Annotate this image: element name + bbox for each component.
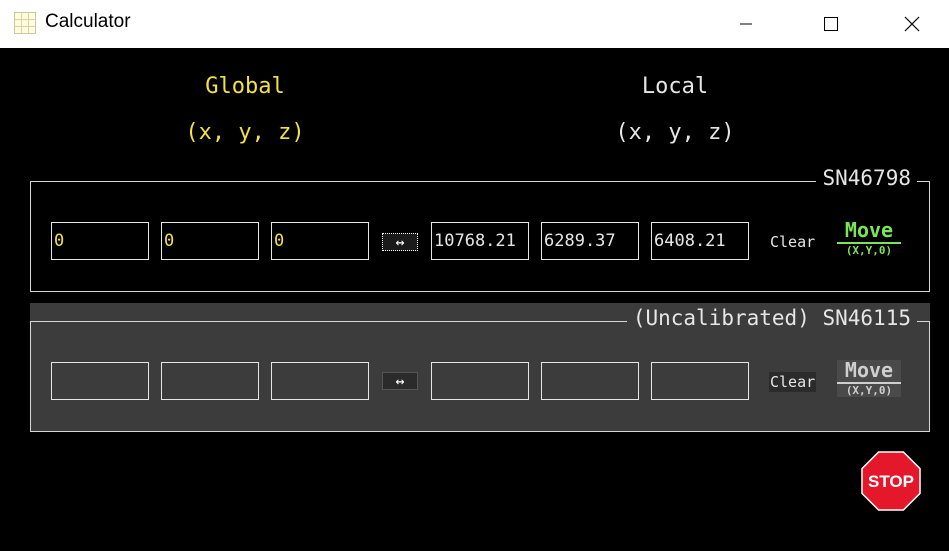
close-button[interactable] bbox=[889, 0, 935, 48]
local-z-input[interactable] bbox=[651, 222, 749, 260]
global-z-input[interactable] bbox=[271, 222, 369, 260]
move-button[interactable]: Move (X,Y,0) bbox=[837, 360, 901, 397]
global-x-input[interactable] bbox=[51, 362, 149, 400]
swap-arrows-icon: ↔ bbox=[395, 372, 405, 390]
global-z-input[interactable] bbox=[271, 362, 369, 400]
local-z-input[interactable] bbox=[651, 362, 749, 400]
move-sub-label: (X,Y,0) bbox=[845, 384, 893, 397]
device-panel-sn46798: SN46798 ↔ Clear Move (X,Y,0) bbox=[30, 166, 930, 292]
stop-label: STOP bbox=[868, 472, 914, 491]
global-y-input[interactable] bbox=[161, 222, 259, 260]
local-label: Local bbox=[641, 74, 709, 99]
window-title: Calculator bbox=[45, 11, 131, 32]
swap-button[interactable]: ↔ bbox=[382, 372, 418, 390]
local-x-input[interactable] bbox=[431, 222, 529, 260]
global-label: Global bbox=[205, 74, 285, 99]
local-x-input[interactable] bbox=[431, 362, 529, 400]
stop-button[interactable]: STOP bbox=[861, 451, 921, 511]
move-label: Move bbox=[837, 220, 901, 244]
local-coords-label: (x, y, z) bbox=[615, 120, 735, 145]
global-x-input[interactable] bbox=[51, 222, 149, 260]
calculator-app-icon bbox=[14, 12, 36, 34]
swap-arrows-icon: ↔ bbox=[395, 233, 405, 251]
maximize-button[interactable] bbox=[808, 0, 854, 48]
global-y-input[interactable] bbox=[161, 362, 259, 400]
minimize-icon bbox=[740, 23, 752, 25]
close-icon bbox=[904, 16, 920, 32]
local-y-input[interactable] bbox=[541, 222, 639, 260]
local-y-input[interactable] bbox=[541, 362, 639, 400]
minimize-button[interactable] bbox=[723, 0, 769, 48]
move-label: Move bbox=[837, 360, 901, 384]
move-button[interactable]: Move (X,Y,0) bbox=[837, 220, 901, 257]
clear-button[interactable]: Clear bbox=[770, 233, 815, 251]
device-serial-label: SN46798 bbox=[816, 166, 917, 190]
device-serial-label: (Uncalibrated) SN46115 bbox=[626, 306, 917, 330]
move-sub-label: (X,Y,0) bbox=[845, 244, 893, 257]
maximize-icon bbox=[824, 17, 838, 31]
global-coords-label: (x, y, z) bbox=[185, 120, 305, 145]
clear-button[interactable]: Clear bbox=[769, 372, 817, 392]
device-panel-sn46115: (Uncalibrated) SN46115 ↔ Clear Move (X,Y… bbox=[30, 306, 930, 432]
title-bar: Calculator bbox=[0, 0, 949, 48]
swap-button[interactable]: ↔ bbox=[382, 233, 418, 251]
